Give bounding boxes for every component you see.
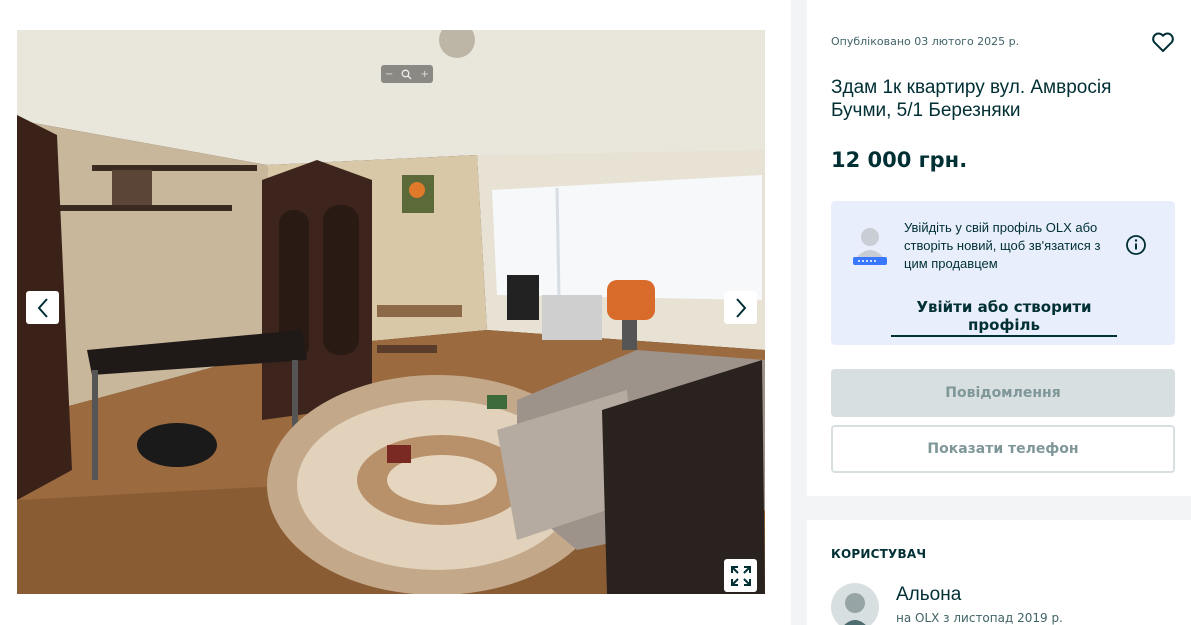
- gallery-next-button[interactable]: [724, 291, 757, 324]
- chevron-right-icon: [735, 297, 746, 318]
- login-prompt-text: Увійдіть у свій профіль OLX або створіть…: [904, 220, 1101, 271]
- room-photo-image: [17, 30, 765, 594]
- seller-since: на OLX з листопад 2019 р.: [896, 611, 1063, 625]
- seller-heading: КОРИСТУВАЧ: [831, 547, 927, 561]
- listing-details-card: Опубліковано 03 лютого 2025 р. Здам 1к к…: [807, 0, 1191, 496]
- gallery-column: − +: [0, 0, 791, 625]
- fullscreen-icon: [730, 565, 751, 586]
- show-phone-button[interactable]: Показати телефон: [831, 425, 1175, 473]
- gallery-prev-button[interactable]: [26, 291, 59, 324]
- message-button[interactable]: Повідомлення: [831, 369, 1175, 417]
- listing-title: Здам 1к квартиру вул. Амвросія Бучми, 5/…: [831, 77, 1112, 121]
- profile-illustration-icon: [853, 228, 887, 265]
- fullscreen-button[interactable]: [724, 559, 757, 592]
- seller-name[interactable]: Альона: [896, 584, 961, 606]
- posted-date: Опубліковано 03 лютого 2025 р.: [831, 35, 1020, 48]
- zoom-in-button[interactable]: +: [421, 69, 429, 80]
- login-or-register-link[interactable]: Увійти або створити профіль: [891, 298, 1117, 337]
- zoom-icon: [402, 69, 412, 79]
- heart-icon: [1152, 32, 1174, 52]
- listing-price: 12 000 грн.: [831, 148, 968, 172]
- favorite-button[interactable]: [1149, 28, 1177, 56]
- zoom-out-button[interactable]: −: [385, 69, 393, 80]
- listing-photo[interactable]: − +: [17, 30, 765, 594]
- chevron-left-icon: [37, 297, 48, 318]
- seller-card: КОРИСТУВАЧ Альона на OLX з листопад 2019…: [807, 520, 1191, 625]
- info-icon[interactable]: [1125, 234, 1147, 256]
- zoom-control[interactable]: − +: [381, 65, 433, 83]
- user-avatar-icon: [844, 593, 866, 625]
- avatar[interactable]: [831, 583, 879, 625]
- login-prompt: Увійдіть у свій профіль OLX або створіть…: [831, 201, 1175, 345]
